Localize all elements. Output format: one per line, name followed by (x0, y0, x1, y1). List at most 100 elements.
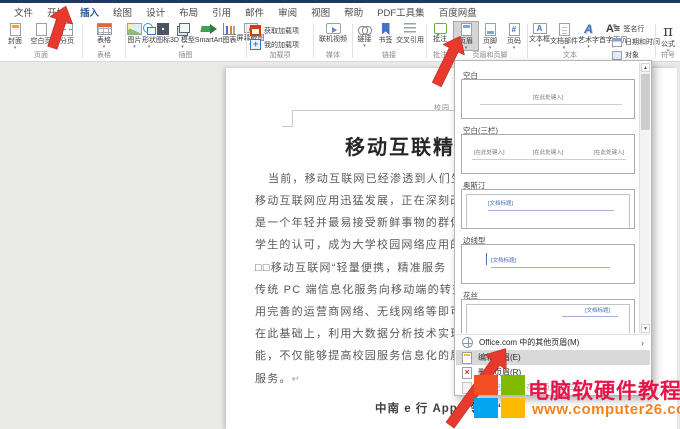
tab-draw[interactable]: 绘图 (106, 3, 139, 21)
smartart-button[interactable]: SmartArt (195, 22, 223, 49)
object-icon (612, 51, 622, 60)
tab-pdf-tools[interactable]: PDF工具集 (370, 3, 432, 21)
globe-icon (462, 337, 473, 348)
word-window: 文件 开始 插入 绘图 设计 布局 引用 邮件 审阅 视图 帮助 PDF工具集 … (0, 0, 680, 429)
scroll-up-button[interactable]: ▲ (641, 63, 650, 72)
header-boundary-step (282, 126, 293, 127)
text-box-button[interactable]: A 文本框 (529, 22, 550, 50)
signature-line-button[interactable]: ✎ 签名行 (612, 24, 644, 34)
body-line: 学生的认可，成为大学校园网络应用的 (255, 236, 462, 252)
3d-model-icon (176, 23, 188, 35)
header-style-sideline[interactable]: [文档标题] (461, 244, 635, 284)
shapes-button[interactable]: 形状 (142, 22, 156, 49)
page-header-text: 校园 (434, 103, 450, 113)
wordart-icon: A (584, 23, 593, 35)
online-video-button[interactable]: 联机视频 (315, 22, 351, 44)
comment-icon (434, 23, 447, 34)
header-boundary-corner (292, 110, 293, 127)
tab-file[interactable]: 文件 (7, 3, 40, 21)
cover-page-icon (10, 23, 21, 36)
equation-pi-icon: π (663, 23, 673, 39)
ribbon-tab-bar: 文件 开始 插入 绘图 设计 布局 引用 邮件 审阅 视图 帮助 PDF工具集 … (0, 3, 680, 21)
menu-item-more-headers-office[interactable]: Office.com 中的其他页眉(M) › (456, 335, 650, 350)
tab-references[interactable]: 引用 (205, 3, 238, 21)
pictures-button[interactable]: 图片 (127, 22, 142, 49)
table-button[interactable]: 表格 (84, 22, 124, 49)
icons-button[interactable]: 图标 (156, 22, 170, 49)
group-links: 链接 书签 交叉引用 链接 (354, 21, 424, 61)
body-line: 移动互联网应用迅猛发展，正在深刻改 (255, 192, 462, 208)
online-video-icon (326, 23, 341, 34)
quick-parts-button[interactable]: 文档部件 (550, 22, 578, 50)
signature-line-icon: ✎ (612, 24, 620, 34)
icons-icon (157, 23, 169, 35)
my-add-ins-icon (250, 39, 261, 50)
table-icon (97, 23, 112, 35)
3d-models-button[interactable]: 3D 模型 (170, 22, 195, 49)
page-number-button[interactable]: 页码 (502, 22, 526, 50)
header-style-blank[interactable]: [在此处键入] (461, 79, 635, 119)
body-line: 是一个年轻并最易接受新鲜事物的群体 (255, 214, 462, 230)
body-line: 在此基础上，利用大数据分析技术实现 (255, 325, 462, 341)
header-gallery-dropdown: 空白 [在此处键入] 空白(三栏) [在此处键入] [在此处键入] [在此处键入… (454, 60, 652, 396)
bookmark-icon (382, 23, 390, 35)
body-line: 当前，移动互联网已经渗透到人们生活 (268, 170, 475, 186)
body-line: 用完善的运营商网络、无线网络等即可 (255, 303, 462, 319)
cross-reference-icon (404, 23, 416, 35)
get-add-ins-button[interactable]: 获取加载项 (250, 25, 299, 36)
my-add-ins-button[interactable]: 我的加载项 (250, 39, 299, 50)
body-line: 能，不仅能够提高校园服务信息化的质 (255, 347, 462, 363)
header-boundary-line (292, 110, 454, 111)
group-symbols: π 公式 符号 (656, 21, 680, 61)
scrollbar-thumb[interactable] (641, 74, 650, 130)
tab-mailings[interactable]: 邮件 (238, 3, 271, 21)
equation-button[interactable]: π 公式 (656, 22, 680, 53)
date-time-button[interactable]: 日期和时间 (612, 37, 660, 47)
chart-button[interactable]: 图表 (223, 22, 237, 49)
tab-review[interactable]: 审阅 (271, 3, 304, 21)
footer-icon (485, 23, 496, 36)
wordart-button[interactable]: A 艺术字 (578, 22, 599, 50)
scroll-down-button[interactable]: ▼ (641, 324, 650, 333)
body-line: 传统 PC 端信息化服务向移动端的转变 (255, 281, 464, 297)
bookmark-button[interactable]: 书签 (375, 22, 396, 48)
object-button[interactable]: 对象 (612, 50, 639, 60)
tab-insert[interactable]: 插入 (73, 3, 106, 21)
shapes-icon (143, 23, 156, 35)
header-style-austin[interactable]: [文档标题] (461, 189, 635, 229)
ribbon: 封面 空白页 分页 页面 表格 表格 (0, 21, 680, 62)
tab-view[interactable]: 视图 (304, 3, 337, 21)
group-media: 联机视频 媒体 (315, 21, 351, 61)
date-time-icon (612, 38, 622, 47)
footer-button[interactable]: 页脚 (478, 22, 502, 50)
link-icon (358, 26, 372, 34)
link-button[interactable]: 链接 (354, 22, 375, 48)
tab-baidu-netdisk[interactable]: 百度网盘 (432, 3, 484, 21)
pictures-icon (127, 23, 142, 35)
gallery-scrollbar[interactable]: ▲ ▼ (639, 63, 650, 333)
header-style-gallery: 空白 [在此处键入] 空白(三栏) [在此处键入] [在此处键入] [在此处键入… (456, 63, 640, 333)
edit-header-icon (462, 352, 472, 364)
header-icon (461, 23, 472, 36)
body-line: □□移动互联网“轻量便携，精准服务 (255, 259, 446, 275)
cross-reference-button[interactable]: 交叉引用 (396, 22, 424, 48)
paragraph-mark: ↵ (292, 374, 302, 385)
group-text-stack: ✎ 签名行 日期和时间 对象 (611, 21, 653, 61)
page-number-icon (509, 23, 520, 36)
text-box-icon: A (533, 23, 547, 34)
tab-help[interactable]: 帮助 (337, 3, 370, 21)
tab-layout[interactable]: 布局 (172, 3, 205, 21)
store-icon (250, 25, 261, 36)
body-line: 服务。↵ (255, 370, 301, 386)
group-text: A 文本框 文档部件 A 艺术字 A≡ 首字下沉 文本 (529, 21, 611, 61)
submenu-arrow-icon: › (641, 338, 644, 348)
smartart-icon (201, 23, 217, 35)
group-illustrations: 图片 形状 图标 3D 模型 SmartArt 图表 (127, 21, 244, 61)
header-style-filigree[interactable]: [文档标题] (461, 299, 635, 333)
group-tables: 表格 表格 (84, 21, 124, 61)
cover-page-button[interactable]: 封面 (2, 22, 28, 50)
tab-design[interactable]: 设计 (139, 3, 172, 21)
group-add-ins: 获取加载项 我的加载项 加载项 (248, 21, 312, 61)
watermark-site-url: www.computer26.com (532, 401, 680, 418)
header-style-blank-three-columns[interactable]: [在此处键入] [在此处键入] [在此处键入] (461, 134, 635, 174)
